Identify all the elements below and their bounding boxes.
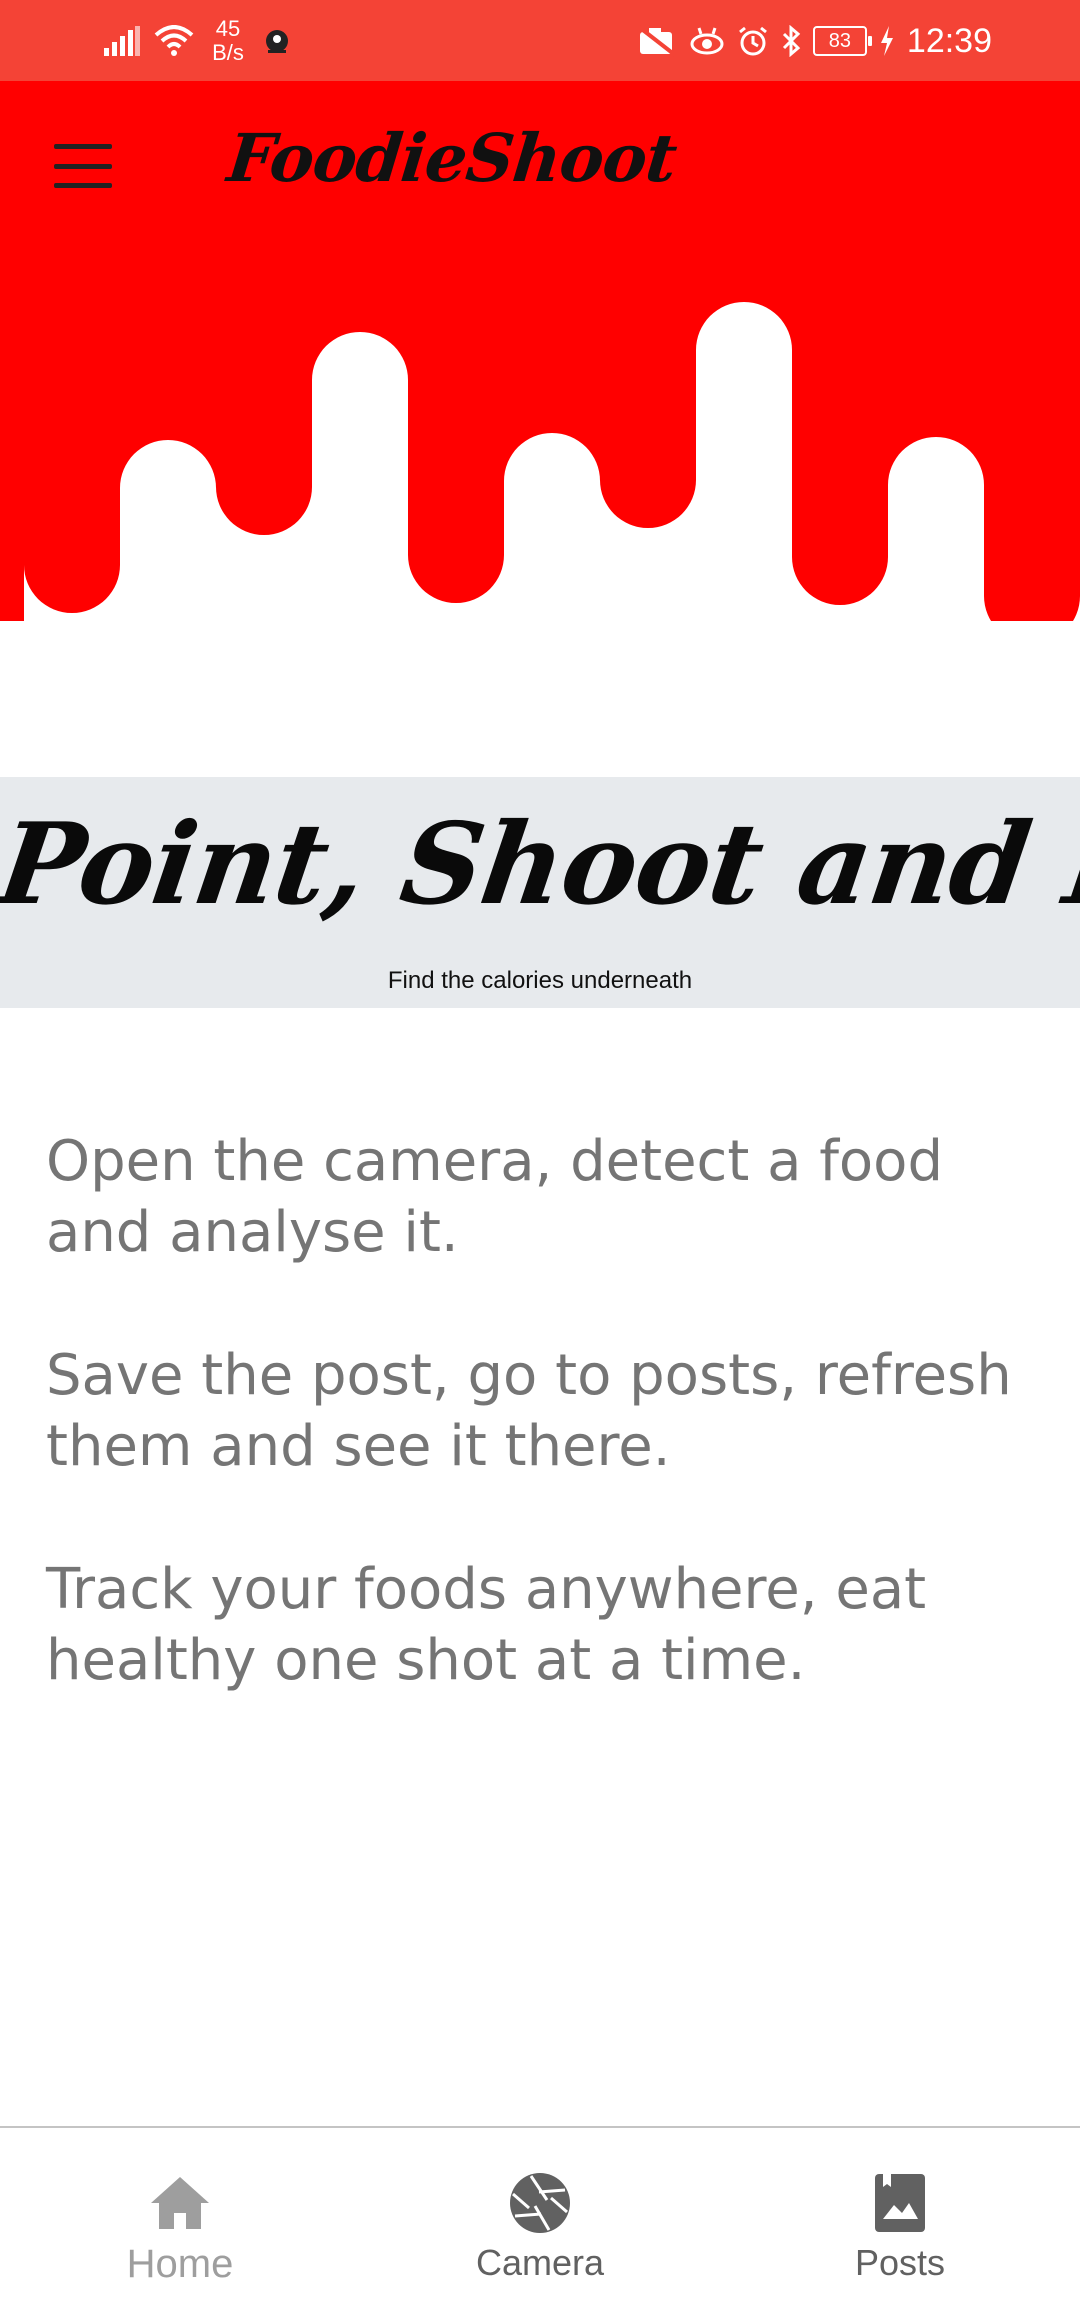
battery-icon: 83 xyxy=(812,26,872,56)
network-speed-value: 45 xyxy=(215,16,241,41)
network-speed-unit: B/s xyxy=(212,40,244,65)
alarm-icon xyxy=(737,25,769,57)
app-title: FoodieShoot xyxy=(223,119,680,197)
app-header: FoodieShoot xyxy=(0,81,1080,621)
hero-banner: Point, Shoot and Eat Find the calories u… xyxy=(0,777,1080,1008)
nav-label-camera: Camera xyxy=(475,2242,605,2283)
camera-off-icon xyxy=(637,25,677,57)
nav-item-home[interactable]: Home xyxy=(0,2128,360,2314)
instruction-paragraph: Open the camera, detect a food and analy… xyxy=(46,1129,943,1265)
banner-heading: Point, Shoot and Eat xyxy=(0,799,1080,930)
clock-time: 12:39 xyxy=(906,21,992,60)
status-bar: 45 B/s 83 12:39 xyxy=(0,0,1080,81)
wifi-icon xyxy=(154,25,194,57)
instruction-paragraph: Track your foods anywhere, eat healthy o… xyxy=(46,1557,927,1693)
battery-level: 83 xyxy=(828,29,852,52)
camera-aperture-icon xyxy=(509,2172,571,2234)
app-notification-icon xyxy=(262,26,292,56)
status-right: 83 12:39 xyxy=(637,14,992,68)
signal-icon xyxy=(104,26,140,56)
banner-subtitle: Find the calories underneath xyxy=(387,967,693,994)
image-album-icon xyxy=(874,2172,926,2234)
home-icon xyxy=(149,2172,211,2234)
eye-comfort-icon xyxy=(689,26,725,56)
instructions: Open the camera, detect a food and analy… xyxy=(46,1126,1036,1768)
nav-label-posts: Posts xyxy=(854,2242,946,2283)
network-speed: 45 B/s xyxy=(208,17,248,65)
instruction-paragraph: Save the post, go to posts, refresh them… xyxy=(46,1343,1012,1479)
bottom-navigation: Home Camera Posts xyxy=(0,2126,1080,2314)
status-left: 45 B/s xyxy=(104,14,292,68)
hamburger-menu-icon[interactable] xyxy=(54,144,112,188)
bluetooth-icon xyxy=(781,25,801,57)
nav-label-home: Home xyxy=(126,2242,234,2286)
nav-item-posts[interactable]: Posts xyxy=(720,2128,1080,2314)
charging-icon xyxy=(879,26,895,56)
nav-item-camera[interactable]: Camera xyxy=(360,2128,720,2314)
